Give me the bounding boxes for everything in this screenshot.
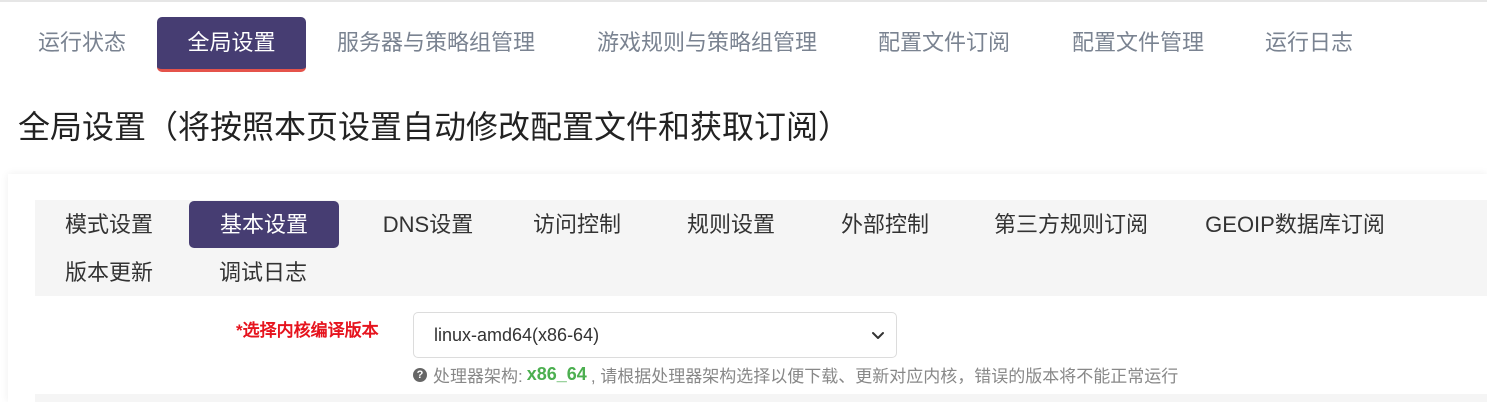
tab-game-rules[interactable]: 游戏规则与策略组管理 [582,17,832,69]
page-title: 全局设置（将按照本页设置自动修改配置文件和获取订阅） [18,109,851,145]
tab-global-settings[interactable]: 全局设置 [157,17,306,72]
subtab-basic[interactable]: 基本设置 [189,201,339,248]
main-nav-tabs: 运行状态 全局设置 服务器与策略组管理 游戏规则与策略组管理 配置文件订阅 配置… [0,17,1487,72]
subtab-third-party-rules[interactable]: 第三方规则订阅 [979,201,1163,248]
chevron-down-icon [872,332,884,339]
subtab-rules[interactable]: 规则设置 [671,201,791,248]
arch-value: x86_64 [526,364,587,384]
subtab-external-control[interactable]: 外部控制 [825,201,945,248]
subtab-geoip[interactable]: GEOIP数据库订阅 [1197,201,1393,248]
core-version-label: *选择内核编译版本 [236,321,379,340]
top-divider [0,0,1487,2]
subtab-debug-log[interactable]: 调试日志 [203,249,323,296]
tab-config-manage[interactable]: 配置文件管理 [1056,17,1220,69]
subtab-mode[interactable]: 模式设置 [49,201,169,248]
subtab-version-update[interactable]: 版本更新 [49,249,169,296]
settings-sub-tabs: 模式设置 基本设置 DNS设置 访问控制 规则设置 外部控制 第三方规则订阅 G… [35,200,1487,296]
tab-config-subscribe[interactable]: 配置文件订阅 [862,17,1026,69]
core-version-select[interactable]: linux-amd64(x86-64) [413,312,897,358]
next-section-strip [35,394,1487,402]
subtab-dns[interactable]: DNS设置 [359,201,497,248]
tab-run-status[interactable]: 运行状态 [20,17,144,69]
help-prefix: 处理器架构: [433,367,523,386]
core-version-help: ? 处理器架构: x86_64 , 请根据处理器架构选择以便下载、更新对应内核，… [413,362,1178,387]
tab-run-log[interactable]: 运行日志 [1250,17,1368,69]
tab-server-policy[interactable]: 服务器与策略组管理 [322,17,550,69]
core-version-value: linux-amd64(x86-64) [434,325,600,345]
help-suffix: , 请根据处理器架构选择以便下载、更新对应内核，错误的版本将不能正常运行 [590,367,1179,386]
question-circle-icon: ? [413,367,427,382]
subtab-access-control[interactable]: 访问控制 [517,201,637,248]
